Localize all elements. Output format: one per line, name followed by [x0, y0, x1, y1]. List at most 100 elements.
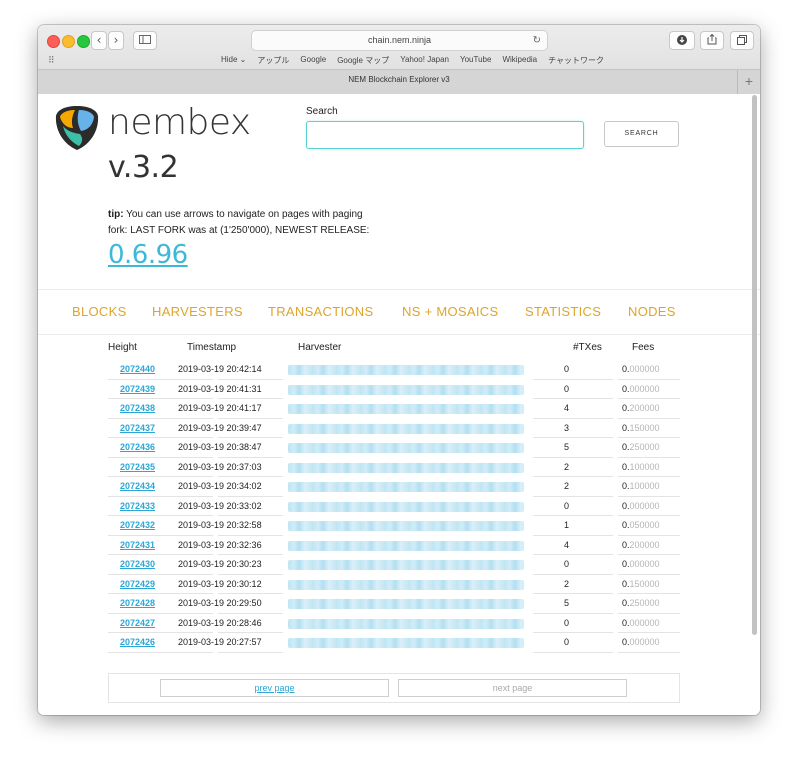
harvester-address-redacted[interactable] [288, 638, 524, 648]
tabs-icon[interactable] [730, 31, 754, 50]
harvester-address-redacted[interactable] [288, 579, 524, 590]
block-height-text: 2072432 [120, 520, 156, 530]
sidebar-icon[interactable] [133, 31, 157, 50]
forward-icon[interactable]: › [108, 31, 124, 50]
block-height-link[interactable]: 2072438 [108, 403, 168, 413]
block-height-text: 2072436 [120, 442, 156, 452]
block-timestamp: 2019-03-19 20:30:23 [178, 559, 262, 569]
harvester-address-redacted[interactable] [288, 365, 524, 375]
block-height-text: 2072428 [120, 598, 156, 608]
release-link[interactable]: 0.6.96 [108, 240, 188, 270]
bookmark-yahoo[interactable]: Yahoo! Japan [400, 55, 449, 66]
block-height-text: 2072430 [120, 559, 156, 569]
block-height-link[interactable]: 2072432 [108, 520, 168, 530]
share-icon[interactable] [700, 31, 724, 50]
fee-integer: 0. [622, 403, 630, 413]
search-button[interactable]: SEARCH [604, 121, 679, 147]
block-height-link[interactable]: 2072430 [108, 559, 168, 569]
bookmark-wikipedia[interactable]: Wikipedia [502, 55, 537, 66]
reload-icon[interactable]: ↻ [533, 31, 541, 50]
share-glyph [707, 33, 717, 45]
bookmark-chatwork[interactable]: チャットワーク [548, 55, 604, 66]
block-height-link[interactable]: 2072427 [108, 618, 168, 628]
header-height: Height [108, 342, 137, 353]
plus-icon[interactable]: + [737, 70, 760, 94]
harvester-address-redacted[interactable] [288, 423, 524, 434]
bookmark-google[interactable]: Google [300, 55, 326, 66]
block-height-link[interactable]: 2072429 [108, 579, 168, 589]
harvester-address-redacted[interactable] [288, 404, 524, 414]
fee-integer: 0. [622, 422, 630, 433]
block-txes: 5 [564, 442, 570, 452]
block-height-link[interactable]: 2072437 [108, 423, 168, 433]
back-icon[interactable]: ‹ [91, 31, 107, 50]
harvester-address-redacted[interactable] [288, 384, 524, 395]
nav-transactions[interactable]: TRANSACTIONS [268, 304, 373, 319]
block-txes: 0 [564, 559, 570, 569]
nem-logo [55, 106, 99, 150]
header-harvester: Harvester [298, 342, 342, 353]
block-height-link[interactable]: 2072434 [108, 481, 168, 491]
table-row: 2072426 2019-03-19 20:27:57 0 0.000000 [108, 633, 680, 653]
block-height-link[interactable]: 2072440 [108, 364, 168, 374]
nav-harvesters[interactable]: HARVESTERS [152, 304, 243, 319]
harvester-address-redacted[interactable] [288, 462, 524, 473]
block-txes: 0 [564, 383, 570, 394]
address-bar[interactable]: chain.nem.ninja ↻ [251, 30, 548, 51]
close-window-button[interactable] [47, 35, 60, 48]
harvester-address-redacted[interactable] [288, 540, 524, 551]
harvester-address-redacted[interactable] [288, 560, 524, 570]
fee-integer: 0. [622, 383, 630, 394]
bookmark-google-maps[interactable]: Google マップ [337, 55, 389, 66]
download-icon[interactable] [669, 31, 695, 50]
harvester-address-redacted[interactable] [288, 443, 524, 453]
next-page-button[interactable]: next page [398, 679, 627, 697]
block-height-link[interactable]: 2072433 [108, 501, 168, 511]
fee-decimals: 100000 [629, 461, 660, 472]
harvester-address-redacted[interactable] [288, 618, 524, 629]
minimize-window-button[interactable] [62, 35, 75, 48]
grid-icon[interactable]: ⠿ [48, 55, 55, 66]
zoom-window-button[interactable] [77, 35, 90, 48]
block-height-text: 2072438 [120, 403, 156, 413]
harvester-address-redacted[interactable] [288, 501, 524, 512]
fee-integer: 0. [622, 461, 630, 472]
block-fees: 0.000000 [622, 637, 660, 647]
search-label: Search [306, 106, 338, 117]
brand-name: nembex [108, 102, 251, 143]
fee-integer: 0. [622, 539, 630, 550]
block-height-link[interactable]: 2072435 [108, 462, 168, 472]
harvester-address-redacted[interactable] [288, 482, 524, 492]
block-txes: 3 [564, 422, 570, 433]
bookmarks-bar: ⠿ Hide ⌄ アップル Google Google マップ Yahoo! J… [38, 53, 760, 69]
prev-page-button[interactable]: prev page [160, 679, 389, 697]
tab-bar: NEM Blockchain Explorer v3 + [38, 69, 760, 94]
nav-ns-mosaics[interactable]: NS + MOSAICS [402, 304, 498, 319]
row-divider [618, 651, 680, 653]
block-timestamp: 2019-03-19 20:41:17 [178, 403, 262, 413]
block-timestamp: 2019-03-19 20:27:57 [178, 637, 262, 647]
tab-active[interactable]: NEM Blockchain Explorer v3 [38, 75, 760, 84]
scrollbar[interactable] [752, 95, 757, 635]
block-timestamp: 2019-03-19 20:38:47 [178, 442, 262, 452]
block-height-link[interactable]: 2072436 [108, 442, 168, 452]
block-height-link[interactable]: 2072431 [108, 540, 168, 550]
fee-integer: 0. [622, 637, 630, 647]
block-height-link[interactable]: 2072439 [108, 384, 168, 394]
tabs-glyph [737, 35, 747, 45]
bookmark-apple[interactable]: アップル [257, 55, 289, 66]
search-input[interactable] [306, 121, 584, 149]
block-txes: 2 [564, 461, 570, 472]
block-txes: 0 [564, 617, 570, 628]
block-height-link[interactable]: 2072428 [108, 598, 168, 608]
nav-blocks[interactable]: BLOCKS [72, 304, 127, 319]
bookmark-hide[interactable]: Hide ⌄ [221, 55, 246, 66]
nav-nodes[interactable]: NODES [628, 304, 676, 319]
block-height-link[interactable]: 2072426 [108, 637, 168, 647]
harvester-address-redacted[interactable] [288, 521, 524, 531]
fee-decimals: 200000 [629, 403, 660, 413]
bookmark-youtube[interactable]: YouTube [460, 55, 491, 66]
block-fees: 0.250000 [622, 598, 660, 608]
harvester-address-redacted[interactable] [288, 599, 524, 609]
nav-statistics[interactable]: STATISTICS [525, 304, 601, 319]
